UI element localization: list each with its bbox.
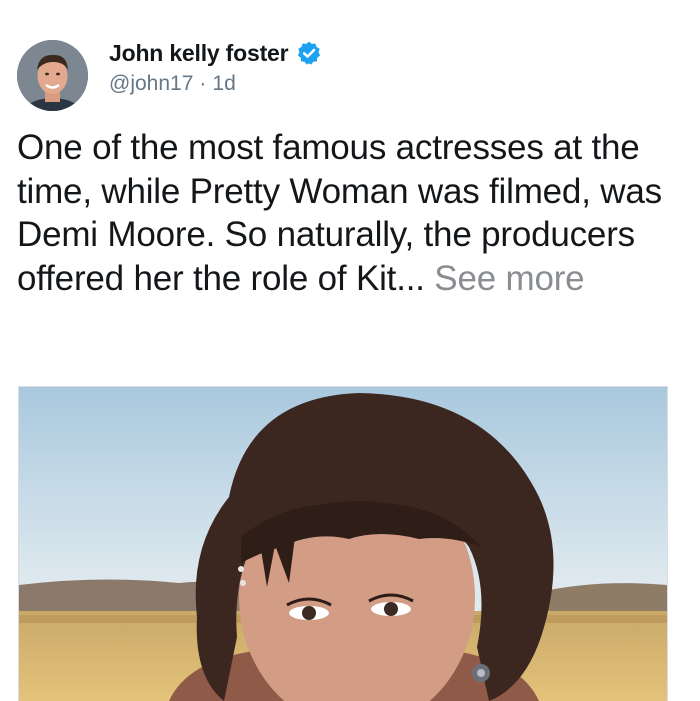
author-handle[interactable]: @john17 xyxy=(109,72,193,96)
avatar-image xyxy=(17,40,88,111)
tweet-text: One of the most famous actresses at the … xyxy=(17,126,687,300)
author-name-row: John kelly foster xyxy=(109,38,322,68)
see-more-link[interactable]: See more xyxy=(434,259,584,298)
photo-image xyxy=(19,387,667,701)
tweet-photo[interactable] xyxy=(18,386,668,701)
tweet-timestamp[interactable]: 1d xyxy=(212,72,235,96)
tweet-card[interactable]: John kelly foster @john17 · 1d One of th… xyxy=(0,0,700,701)
verified-badge-icon xyxy=(296,40,322,66)
author-display-name[interactable]: John kelly foster xyxy=(109,40,289,67)
meta-separator: · xyxy=(199,72,207,95)
author-avatar[interactable] xyxy=(17,40,88,111)
tweet-meta: @john17 · 1d xyxy=(109,72,236,96)
